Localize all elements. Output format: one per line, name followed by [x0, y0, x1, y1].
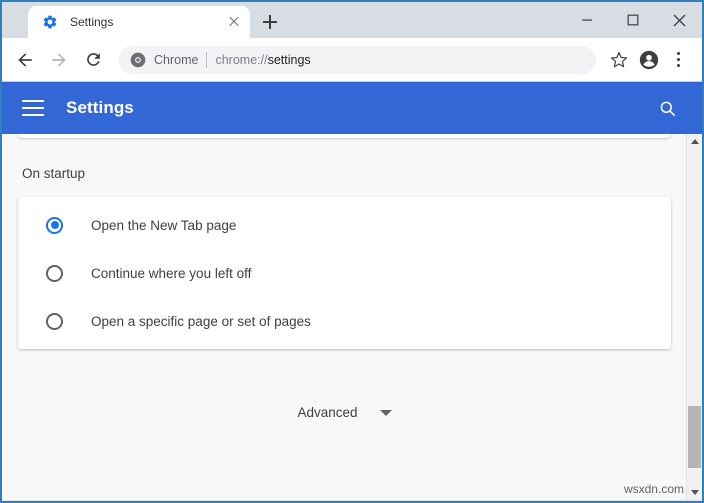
plus-icon[interactable]	[256, 8, 284, 36]
scroll-up-arrow-icon[interactable]	[687, 134, 702, 149]
browser-tab-settings[interactable]: Settings	[28, 6, 250, 38]
settings-scroll-area: On startup Open the New Tab page Continu…	[2, 134, 687, 500]
three-dot-menu-icon[interactable]	[664, 45, 694, 75]
vertical-scrollbar[interactable]	[686, 134, 702, 500]
radio-button-selected[interactable]	[46, 217, 63, 234]
omnibox-url-path: settings	[268, 53, 311, 67]
back-arrow-icon[interactable]	[10, 45, 40, 75]
omnibox-separator	[206, 52, 207, 68]
omnibox-chip-label: Chrome	[154, 53, 198, 67]
omnibox-url-scheme: chrome://	[215, 53, 267, 67]
tab-title: Settings	[70, 15, 226, 29]
close-icon[interactable]	[226, 14, 242, 30]
page-title: Settings	[66, 98, 652, 118]
startup-option-label: Open a specific page or set of pages	[91, 314, 311, 329]
browser-toolbar: Chrome chrome://settings	[2, 38, 702, 82]
startup-option-label: Open the New Tab page	[91, 218, 236, 233]
radio-button[interactable]	[46, 313, 63, 330]
section-heading-on-startup: On startup	[22, 166, 687, 181]
startup-option-new-tab-page[interactable]: Open the New Tab page	[18, 201, 671, 249]
chevron-down-icon[interactable]	[380, 410, 392, 416]
address-bar[interactable]: Chrome chrome://settings	[118, 46, 596, 74]
on-startup-card: Open the New Tab page Continue where you…	[18, 197, 671, 349]
settings-content: On startup Open the New Tab page Continu…	[2, 134, 702, 500]
close-icon[interactable]	[656, 3, 702, 37]
advanced-label: Advanced	[297, 405, 357, 420]
scroll-down-arrow-icon[interactable]	[687, 485, 702, 500]
startup-option-continue-where-left-off[interactable]: Continue where you left off	[18, 249, 671, 297]
radio-button[interactable]	[46, 265, 63, 282]
search-icon[interactable]	[652, 93, 682, 123]
advanced-expander[interactable]: Advanced	[2, 405, 687, 420]
browser-window: Settings	[0, 0, 704, 503]
omnibox-url: chrome://settings	[215, 53, 310, 67]
startup-option-label: Continue where you left off	[91, 266, 251, 281]
previous-section-card-partial	[18, 134, 671, 138]
reload-icon[interactable]	[78, 45, 108, 75]
gear-icon	[42, 14, 58, 30]
hamburger-menu-icon[interactable]	[22, 99, 44, 117]
account-avatar-icon[interactable]	[634, 45, 664, 75]
settings-page: Settings On startup Open the New Tab pag…	[2, 82, 702, 500]
window-controls	[564, 2, 702, 38]
scrollbar-thumb[interactable]	[688, 406, 701, 468]
maximize-icon[interactable]	[610, 3, 656, 37]
minimize-icon[interactable]	[564, 3, 610, 37]
tab-strip: Settings	[2, 2, 702, 38]
chrome-logo-icon	[130, 52, 146, 68]
star-icon[interactable]	[604, 45, 634, 75]
settings-app-bar: Settings	[2, 82, 702, 134]
forward-arrow-icon[interactable]	[44, 45, 74, 75]
startup-option-specific-pages[interactable]: Open a specific page or set of pages	[18, 297, 671, 345]
